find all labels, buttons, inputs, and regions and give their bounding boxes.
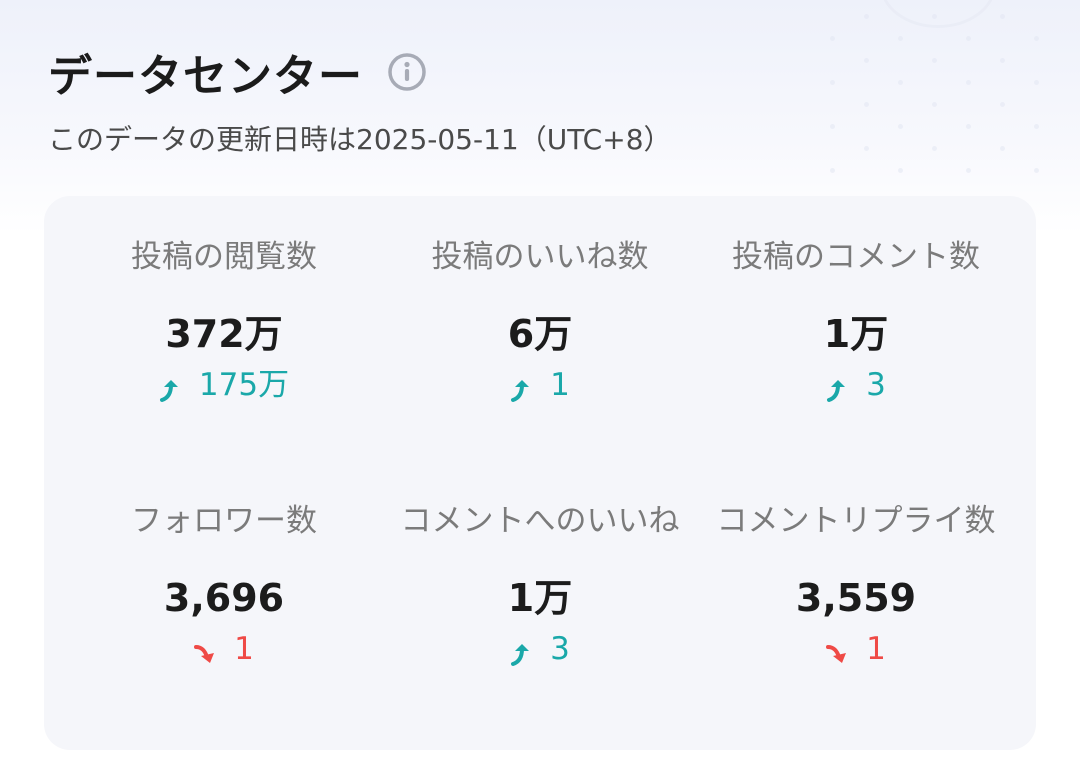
trend-up-arrow-icon [510, 636, 534, 666]
stat-value: 372万 [165, 312, 283, 356]
decoration-dot [966, 80, 971, 85]
decoration-dot [1034, 36, 1039, 41]
stat-delta: 175万 [64, 364, 384, 406]
stat-label: フォロワー数 [131, 503, 317, 539]
stat-delta: 3 [696, 364, 1016, 406]
decoration-dot [932, 146, 937, 151]
decoration-dot [1034, 124, 1039, 129]
stat-delta: 3 [380, 628, 700, 670]
stat-post-views[interactable]: 投稿の閲覧数 372万 175万 [64, 236, 384, 406]
decoration-dot [830, 124, 835, 129]
decoration-dot [830, 168, 835, 173]
stat-value: 3,559 [795, 576, 917, 620]
header-decoration [660, 0, 1080, 190]
stat-delta-value: 3 [866, 367, 886, 403]
stat-followers[interactable]: フォロワー数 3,696 1 [64, 500, 384, 670]
stat-delta-value: 1 [234, 631, 254, 667]
stat-label: 投稿の閲覧数 [131, 239, 317, 275]
trend-up-arrow-icon [826, 372, 850, 402]
decoration-dot [966, 36, 971, 41]
decoration-ring [880, 0, 996, 28]
stat-delta: 1 [696, 628, 1016, 670]
title-row: データセンター [48, 40, 672, 104]
decoration-dot [864, 102, 869, 107]
stat-delta-value: 1 [866, 631, 886, 667]
decoration-dot [898, 80, 903, 85]
stat-value: 1万 [823, 312, 889, 356]
update-timestamp: このデータの更新日時は2025-05-11（UTC+8） [48, 123, 672, 156]
stat-value: 1万 [507, 576, 573, 620]
stat-value: 6万 [507, 312, 573, 356]
decoration-dot [1000, 146, 1005, 151]
decoration-dot [1000, 14, 1005, 19]
stat-delta-value: 3 [550, 631, 570, 667]
decoration-dot [966, 124, 971, 129]
decoration-dot [966, 168, 971, 173]
decoration-dot [864, 146, 869, 151]
stat-delta-value: 1 [550, 367, 570, 403]
decoration-dot [830, 80, 835, 85]
stat-comment-likes[interactable]: コメントへのいいね 1万 3 [380, 500, 700, 670]
decoration-dot [1000, 102, 1005, 107]
decoration-dot [864, 14, 869, 19]
stat-label: 投稿のいいね数 [431, 239, 649, 275]
trend-down-arrow-icon [826, 636, 850, 663]
decoration-dot [1034, 80, 1039, 85]
decoration-dot [898, 36, 903, 41]
stats-card: 投稿の閲覧数 372万 175万 投稿のいいね数 6万 1 投稿のコメント数 1… [44, 196, 1036, 750]
trend-up-arrow-icon [510, 372, 534, 402]
stat-delta: 1 [64, 628, 384, 670]
stat-delta-value: 175万 [198, 367, 290, 403]
trend-down-arrow-icon [194, 636, 218, 663]
decoration-dot [1000, 58, 1005, 63]
stat-value: 3,696 [163, 576, 285, 620]
stat-post-likes[interactable]: 投稿のいいね数 6万 1 [380, 236, 700, 406]
decoration-dot [932, 58, 937, 63]
decoration-dot [864, 58, 869, 63]
data-center-header: データセンター このデータの更新日時は2025-05-11（UTC+8） [48, 40, 672, 158]
stat-comment-replies[interactable]: コメントリプライ数 3,559 1 [696, 500, 1016, 670]
stat-label: コメントへのいいね [400, 503, 680, 539]
page-title: データセンター [48, 51, 363, 102]
decoration-dot [932, 102, 937, 107]
stat-label: コメントリプライ数 [716, 503, 996, 539]
stat-label: 投稿のコメント数 [732, 239, 980, 275]
stat-post-comments[interactable]: 投稿のコメント数 1万 3 [696, 236, 1016, 406]
decoration-dot [898, 168, 903, 173]
decoration-dot [932, 14, 937, 19]
decoration-dot [830, 36, 835, 41]
stat-delta: 1 [380, 364, 700, 406]
info-icon[interactable] [387, 52, 427, 92]
decoration-dot [1034, 168, 1039, 173]
decoration-dot [898, 124, 903, 129]
trend-up-arrow-icon [159, 372, 183, 402]
